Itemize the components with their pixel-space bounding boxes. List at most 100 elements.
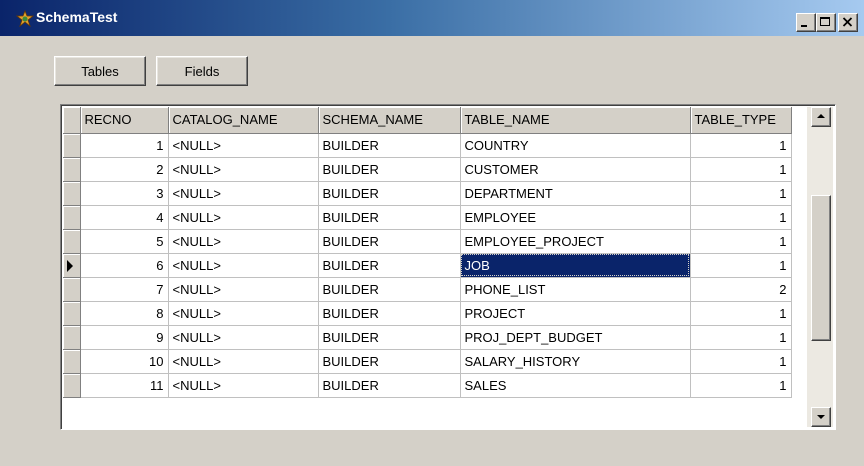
table-row[interactable]: 3 <NULL> BUILDER DEPARTMENT 1 [63, 181, 792, 206]
grid-cell[interactable]: 5 [80, 229, 169, 254]
tables-button[interactable]: Tables [54, 56, 146, 86]
column-header[interactable]: TABLE_TYPE [690, 107, 792, 134]
window-title: SchemaTest [36, 9, 118, 25]
grid-cell[interactable]: DEPARTMENT [460, 181, 691, 206]
grid-cell[interactable]: 1 [690, 325, 792, 350]
grid-cell[interactable]: JOB [460, 253, 691, 278]
row-indicator[interactable] [63, 229, 81, 254]
row-indicator[interactable] [63, 325, 81, 350]
grid-table: RECNO CATALOG_NAME SCHEMA_NAME TABLE_NAM… [63, 107, 792, 398]
header-row: RECNO CATALOG_NAME SCHEMA_NAME TABLE_NAM… [63, 107, 792, 134]
row-indicator[interactable] [63, 181, 81, 206]
grid-cell[interactable]: <NULL> [168, 205, 319, 230]
grid-cell[interactable]: COUNTRY [460, 133, 691, 158]
grid-cell[interactable]: 1 [690, 157, 792, 182]
row-indicator[interactable] [63, 133, 81, 158]
grid-cell[interactable]: 7 [80, 277, 169, 302]
grid-cell[interactable]: 6 [80, 253, 169, 278]
grid-cell[interactable]: 1 [690, 229, 792, 254]
row-indicator[interactable] [63, 253, 81, 278]
row-indicator[interactable] [63, 157, 81, 182]
grid-cell[interactable]: PROJ_DEPT_BUDGET [460, 325, 691, 350]
grid-cell[interactable]: 1 [690, 181, 792, 206]
grid-cell[interactable]: BUILDER [318, 301, 461, 326]
table-row[interactable]: 2 <NULL> BUILDER CUSTOMER 1 [63, 157, 792, 182]
grid-cell[interactable]: CUSTOMER [460, 157, 691, 182]
grid-viewport: RECNO CATALOG_NAME SCHEMA_NAME TABLE_NAM… [63, 107, 805, 405]
grid-cell[interactable]: EMPLOYEE_PROJECT [460, 229, 691, 254]
row-indicator[interactable] [63, 277, 81, 302]
table-row[interactable]: 6 <NULL> BUILDER JOB 1 [63, 253, 792, 278]
grid-cell[interactable]: 1 [690, 373, 792, 398]
minimize-button[interactable] [796, 13, 816, 32]
table-row[interactable]: 11 <NULL> BUILDER SALES 1 [63, 373, 792, 398]
main-window: SchemaTest Tables Fields RECNO CATALOG_N… [0, 0, 864, 466]
current-row-arrow-icon [67, 259, 73, 272]
grid-cell[interactable]: <NULL> [168, 229, 319, 254]
scroll-down-button[interactable] [811, 407, 831, 427]
scroll-thumb[interactable] [811, 195, 831, 341]
grid-cell[interactable]: 4 [80, 205, 169, 230]
table-row[interactable]: 5 <NULL> BUILDER EMPLOYEE_PROJECT 1 [63, 229, 792, 254]
row-indicator[interactable] [63, 301, 81, 326]
grid-cell[interactable]: 2 [80, 157, 169, 182]
grid-cell[interactable]: 3 [80, 181, 169, 206]
row-indicator[interactable] [63, 373, 81, 398]
grid-cell[interactable]: BUILDER [318, 349, 461, 374]
close-button[interactable] [838, 13, 858, 32]
grid-cell[interactable]: BUILDER [318, 277, 461, 302]
column-header[interactable]: TABLE_NAME [460, 107, 691, 134]
grid-cell[interactable]: BUILDER [318, 181, 461, 206]
column-header[interactable]: SCHEMA_NAME [318, 107, 461, 134]
grid-cell[interactable]: 2 [690, 277, 792, 302]
grid-cell[interactable]: BUILDER [318, 253, 461, 278]
grid-cell[interactable]: EMPLOYEE [460, 205, 691, 230]
grid-cell[interactable]: SALARY_HISTORY [460, 349, 691, 374]
table-row[interactable]: 4 <NULL> BUILDER EMPLOYEE 1 [63, 205, 792, 230]
row-indicator[interactable] [63, 205, 81, 230]
maximize-button[interactable] [816, 13, 836, 32]
grid-cell[interactable]: PHONE_LIST [460, 277, 691, 302]
table-row[interactable]: 8 <NULL> BUILDER PROJECT 1 [63, 301, 792, 326]
table-row[interactable]: 1 <NULL> BUILDER COUNTRY 1 [63, 133, 792, 158]
grid-cell[interactable]: BUILDER [318, 205, 461, 230]
grid-cell[interactable]: BUILDER [318, 325, 461, 350]
table-row[interactable]: 10 <NULL> BUILDER SALARY_HISTORY 1 [63, 349, 792, 374]
grid-cell[interactable]: <NULL> [168, 301, 319, 326]
scroll-up-button[interactable] [811, 107, 831, 127]
grid-cell[interactable]: <NULL> [168, 133, 319, 158]
fields-button[interactable]: Fields [156, 56, 248, 86]
grid-cell[interactable]: <NULL> [168, 349, 319, 374]
column-header[interactable]: RECNO [80, 107, 169, 134]
grid-cell[interactable]: <NULL> [168, 373, 319, 398]
grid-cell[interactable]: <NULL> [168, 277, 319, 302]
grid-cell[interactable]: 1 [690, 253, 792, 278]
grid-cell[interactable]: <NULL> [168, 253, 319, 278]
row-indicator[interactable] [63, 349, 81, 374]
grid-cell[interactable]: 1 [690, 205, 792, 230]
table-row[interactable]: 7 <NULL> BUILDER PHONE_LIST 2 [63, 277, 792, 302]
column-header[interactable]: CATALOG_NAME [168, 107, 319, 134]
grid-cell[interactable]: BUILDER [318, 373, 461, 398]
table-row[interactable]: 9 <NULL> BUILDER PROJ_DEPT_BUDGET 1 [63, 325, 792, 350]
grid-cell[interactable]: BUILDER [318, 229, 461, 254]
grid-cell[interactable]: 8 [80, 301, 169, 326]
grid-cell[interactable]: PROJECT [460, 301, 691, 326]
data-grid[interactable]: RECNO CATALOG_NAME SCHEMA_NAME TABLE_NAM… [60, 104, 836, 430]
grid-cell[interactable]: <NULL> [168, 157, 319, 182]
grid-cell[interactable]: <NULL> [168, 181, 319, 206]
minimize-icon [801, 25, 807, 27]
grid-cell[interactable]: 1 [80, 133, 169, 158]
grid-cell[interactable]: 1 [690, 301, 792, 326]
grid-cell[interactable]: <NULL> [168, 325, 319, 350]
grid-cell[interactable]: BUILDER [318, 157, 461, 182]
grid-cell[interactable]: SALES [460, 373, 691, 398]
title-bar[interactable]: SchemaTest [0, 0, 864, 36]
grid-cell[interactable]: 9 [80, 325, 169, 350]
grid-cell[interactable]: BUILDER [318, 133, 461, 158]
grid-cell[interactable]: 11 [80, 373, 169, 398]
grid-cell[interactable]: 1 [690, 349, 792, 374]
grid-cell[interactable]: 1 [690, 133, 792, 158]
grid-cell[interactable]: 10 [80, 349, 169, 374]
vertical-scrollbar[interactable] [807, 107, 833, 427]
